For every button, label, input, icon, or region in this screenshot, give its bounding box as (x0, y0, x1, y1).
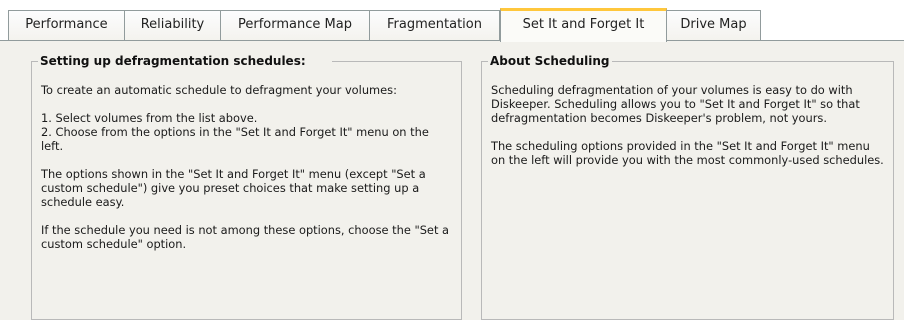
instructions-steps: 1. Select volumes from the list above. 2… (41, 111, 453, 153)
tab-reliability[interactable]: Reliability (124, 10, 221, 40)
instructions-intro: To create an automatic schedule to defra… (41, 83, 397, 97)
instruction-step: 1. Select volumes from the list above. (41, 111, 258, 125)
tab-performance-map[interactable]: Performance Map (220, 10, 370, 40)
tab-content-area: Setting up defragmentation schedules: To… (0, 41, 904, 320)
about-scheduling-panel: About Scheduling Scheduling defragmentat… (481, 53, 894, 320)
preset-options-text: The options shown in the "Set It and For… (41, 167, 426, 209)
about-scheduling-text: Scheduling defragmentation of your volum… (491, 83, 860, 125)
tab-fragmentation[interactable]: Fragmentation (369, 10, 500, 40)
panel-body: To create an automatic schedule to defra… (41, 83, 453, 265)
custom-schedule-text: If the schedule you need is not among th… (41, 223, 450, 251)
tab-set-it-and-forget-it[interactable]: Set It and Forget It (500, 8, 667, 42)
scheduling-options-text: The scheduling options provided in the "… (491, 139, 884, 167)
scheduling-instructions-panel: Setting up defragmentation schedules: To… (31, 53, 462, 320)
panel-body: Scheduling defragmentation of your volum… (491, 83, 885, 181)
tab-drive-map[interactable]: Drive Map (666, 10, 761, 40)
tab-bar: Performance Reliability Performance Map … (0, 0, 904, 42)
panel-title: About Scheduling (488, 53, 612, 69)
instruction-step: 2. Choose from the options in the "Set I… (41, 125, 429, 153)
tab-performance[interactable]: Performance (8, 10, 125, 40)
panel-title: Setting up defragmentation schedules: (38, 53, 308, 69)
